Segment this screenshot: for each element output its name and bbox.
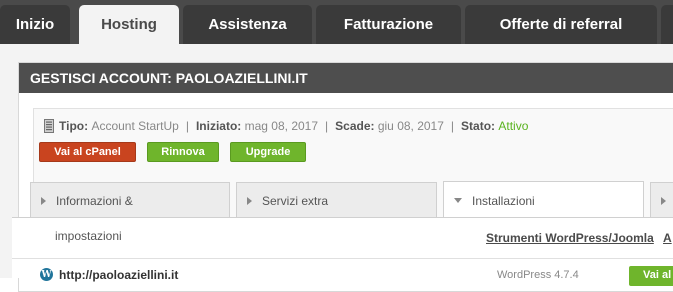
nav-tab-assistenza[interactable]: Assistenza (183, 5, 312, 44)
chevron-right-icon (661, 196, 666, 205)
separator: | (450, 119, 455, 133)
tab-content-header: impostazioni Strumenti WordPress/Joomla … (12, 218, 673, 258)
go-to-button[interactable]: Vai al (629, 266, 673, 286)
tab-label: Informazioni & (56, 193, 133, 208)
table-row: W http://paoloaziellini.it WordPress 4.7… (12, 258, 673, 286)
tab-informazioni[interactable]: Informazioni & (30, 182, 230, 218)
nav-tab-hosting[interactable]: Hosting (79, 5, 179, 44)
nav-tab-fatturazione[interactable]: Fatturazione (316, 5, 461, 44)
separator: | (185, 119, 189, 133)
tab-servizi-extra[interactable]: Servizi extra (236, 182, 437, 218)
installation-version: WordPress 4.7.4 (497, 269, 579, 281)
installation-url[interactable]: http://paoloaziellini.it (59, 268, 178, 282)
top-navigation: Inizio Hosting Assistenza Fatturazione O… (0, 0, 673, 44)
scade-label: Scade: (335, 119, 375, 133)
upgrade-button[interactable]: Upgrade (230, 142, 306, 162)
wordpress-icon: W (40, 268, 53, 281)
cpanel-button[interactable]: Vai al cPanel (39, 142, 136, 162)
iniziato-label: Iniziato: (195, 119, 242, 133)
tab-label: Installazioni (472, 193, 535, 208)
actions-link[interactable]: A (663, 231, 672, 245)
rinnova-button[interactable]: Rinnova (147, 142, 219, 162)
tab-label: Servizi extra (262, 193, 329, 208)
tab-label-continuation: impostazioni (55, 229, 122, 243)
section-tabs: Informazioni & Servizi extra Installazio… (12, 181, 673, 219)
tipo-label: Tipo: (59, 119, 89, 133)
status-badge: Attivo (498, 119, 529, 133)
tipo-value: Account StartUp (91, 119, 179, 133)
chevron-right-icon (41, 196, 46, 205)
nav-tab-offerte-referral[interactable]: Offerte di referral (465, 5, 657, 44)
tab-installazioni[interactable]: Installazioni (443, 181, 644, 219)
iniziato-value: mag 08, 2017 (244, 119, 319, 133)
separator: | (325, 119, 329, 133)
tab-more[interactable] (650, 182, 673, 218)
account-info-line: Tipo: Account StartUp | Iniziato: mag 08… (44, 117, 528, 135)
wordpress-tools-link[interactable]: Strumenti WordPress/Joomla (486, 231, 654, 245)
chevron-right-icon (247, 196, 252, 205)
stato-label: Stato: (461, 119, 496, 133)
server-icon (44, 119, 54, 133)
nav-tab-inizio[interactable]: Inizio (0, 5, 70, 44)
scade-value: giu 08, 2017 (377, 119, 444, 133)
page-title: GESTISCI ACCOUNT: PAOLOAZIELLINI.IT (19, 63, 673, 93)
chevron-down-icon (454, 198, 462, 203)
nav-tab-more[interactable] (661, 5, 673, 44)
